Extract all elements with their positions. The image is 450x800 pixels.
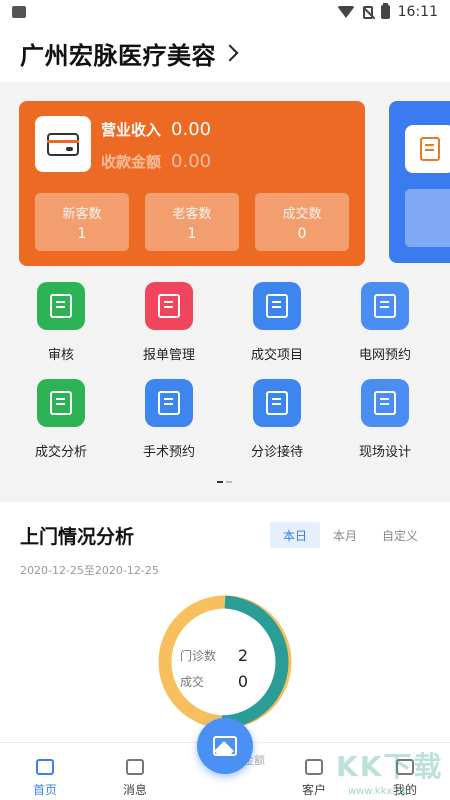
period-tabs: 本日 本月 自定义 (270, 522, 430, 548)
secondary-card[interactable] (389, 101, 450, 263)
map-icon (253, 379, 301, 427)
stat-deals[interactable]: 成交数 0 (255, 193, 349, 251)
grid-item-label: 成交分析 (34, 445, 87, 460)
stat-label: 成交数 (282, 207, 322, 222)
section-title: 上门情况分析 (20, 526, 135, 548)
watermark-url: www.kkx.net (348, 786, 412, 797)
image-icon (213, 736, 237, 756)
deals-row: 成交 0 (180, 668, 260, 694)
tab-today[interactable]: 本日 (270, 522, 320, 548)
document-check-icon (420, 137, 440, 161)
tab-month[interactable]: 本月 (320, 522, 370, 548)
stamp-icon (37, 282, 85, 330)
visits-value: 2 (237, 645, 248, 665)
collection-label: 收款金额 (101, 153, 162, 171)
grid-item-label: 现场设计 (358, 445, 411, 460)
revenue-row: 营业收入 0.00 (101, 119, 211, 140)
stat-new-customers[interactable]: 新客数 1 (35, 193, 129, 251)
grid-item-label: 报单管理 (142, 348, 195, 363)
dashboard-top: 营业收入 0.00 收款金额 0.00 新客数 1 老客数 1 成交数 0 审核 (0, 82, 450, 492)
clipboard-check-icon (253, 282, 301, 330)
revenue-card[interactable]: 营业收入 0.00 收款金额 0.00 新客数 1 老客数 1 成交数 0 (19, 101, 365, 266)
revenue-value: 0.00 (171, 119, 212, 140)
gallery-notification-icon (12, 6, 26, 18)
donut-legend: 门诊数 2 成交 0 (180, 642, 260, 694)
deals-value: 0 (237, 671, 248, 691)
tab-customers[interactable]: 客户 (284, 759, 344, 798)
tab-label: 客户 (301, 783, 326, 797)
watermark-logo: KK下载 (336, 750, 444, 783)
stat-value: 1 (77, 226, 87, 242)
clipboard-icon (145, 282, 193, 330)
grid-item-label: 手术预约 (142, 445, 195, 460)
easel-icon (361, 379, 409, 427)
tab-custom[interactable]: 自定义 (370, 522, 430, 548)
grid-item-triage-reception[interactable]: 分诊接待 (227, 379, 327, 460)
secondary-card-icon-box (405, 125, 450, 173)
revenue-label: 营业收入 (101, 121, 162, 139)
stat-value: 1 (187, 226, 197, 242)
grid-item-review[interactable]: 审核 (11, 282, 111, 363)
stat-value: 0 (297, 226, 307, 242)
no-sim-icon (362, 5, 373, 19)
grid-item-order-management[interactable]: 报单管理 (119, 282, 219, 363)
center-fab-button[interactable] (197, 718, 253, 774)
clinic-title[interactable]: 广州宏脉医疗美容 (20, 36, 216, 71)
deals-label: 成交 (180, 674, 205, 689)
credit-card-icon (47, 132, 79, 156)
grid-item-label: 分诊接待 (250, 445, 303, 460)
page-dot-active (217, 481, 223, 483)
tab-home[interactable]: 首页 (15, 759, 75, 798)
collection-row: 收款金额 0.00 (101, 151, 211, 172)
visits-row: 门诊数 2 (180, 642, 260, 668)
grid-item-phone-booking[interactable]: 电网预约 (335, 282, 435, 363)
grid-item-surgery-booking[interactable]: 手术预约 (119, 379, 219, 460)
home-icon (36, 759, 54, 775)
tab-messages[interactable]: 消息 (105, 759, 165, 798)
monitor-icon (361, 282, 409, 330)
secondary-card-stat (405, 189, 450, 247)
wifi-icon (336, 6, 355, 18)
header[interactable]: 广州宏脉医疗美容 (0, 24, 450, 82)
tab-label: 首页 (32, 783, 57, 797)
battery-icon (380, 3, 390, 19)
page-dot (226, 481, 232, 483)
grid-item-label: 成交项目 (250, 348, 303, 363)
grid-item-onsite-design[interactable]: 现场设计 (335, 379, 435, 460)
stat-old-customers[interactable]: 老客数 1 (145, 193, 239, 251)
message-icon (126, 759, 144, 775)
chevron-right-icon[interactable] (221, 44, 239, 62)
collection-value: 0.00 (171, 151, 212, 172)
grid-item-deal-analysis[interactable]: 成交分析 (11, 379, 111, 460)
grid-item-label: 审核 (47, 348, 74, 363)
grid-item-deal-items[interactable]: 成交项目 (227, 282, 327, 363)
page-indicator (217, 481, 232, 483)
status-bar: 16:11 (0, 0, 450, 24)
visit-analysis-section: 上门情况分析 本日 本月 自定义 2020-12-25至2020-12-25 门… (0, 502, 450, 742)
calendar-clock-icon (145, 379, 193, 427)
tab-label: 消息 (122, 783, 147, 797)
status-time: 16:11 (397, 4, 438, 20)
card-icon-box (35, 116, 91, 172)
customer-icon (305, 759, 323, 775)
stat-label: 老客数 (172, 207, 212, 222)
grid-item-label: 电网预约 (358, 348, 411, 363)
stat-label: 新客数 (62, 207, 102, 222)
visits-label: 门诊数 (180, 648, 217, 663)
date-range: 2020-12-25至2020-12-25 (20, 564, 159, 577)
analysis-icon (37, 379, 85, 427)
